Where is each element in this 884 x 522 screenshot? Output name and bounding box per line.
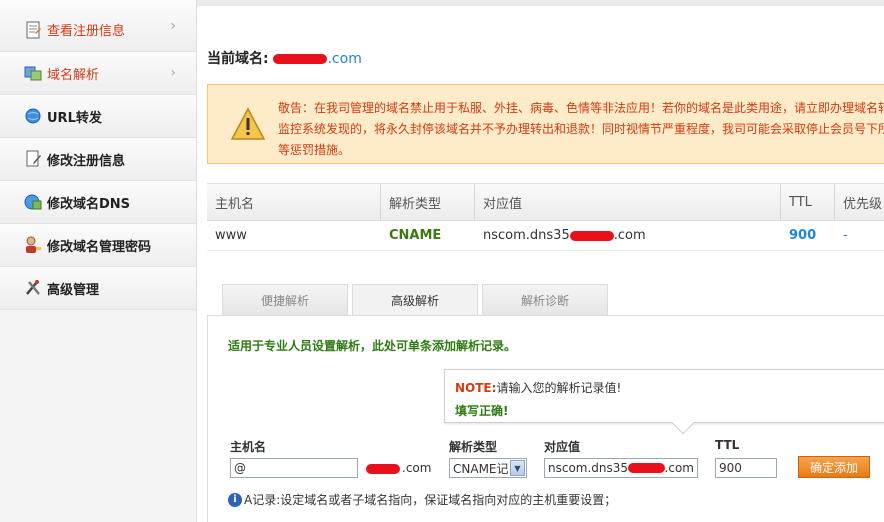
- value-prefix: nscom.dns35: [483, 228, 570, 243]
- tooltip-arrow: [671, 411, 695, 435]
- col-priority: 优先级: [835, 184, 884, 220]
- note-label: NOTE:: [455, 381, 497, 395]
- dns-edit-icon: [24, 193, 42, 211]
- tools-icon: [24, 279, 42, 297]
- cell-value: nscom.dns35 .com: [475, 221, 781, 250]
- resolve-tabs: 便捷解析 高级解析 解析诊断: [222, 284, 612, 316]
- tab-quick-resolve[interactable]: 便捷解析: [222, 284, 348, 316]
- note-text: A记录:设定域名或者子域名指向，保证域名指向对应的主机重要设置；: [244, 493, 617, 507]
- value-prefix: nscom.dns35: [548, 461, 629, 475]
- add-record-button[interactable]: 确定添加: [798, 456, 870, 478]
- tab-advanced-resolve[interactable]: 高级解析: [352, 284, 478, 316]
- col-value: 对应值: [475, 184, 781, 220]
- warning-line-3: 等惩罚措施。: [278, 143, 351, 157]
- warning-text: 敬告：在我司管理的域名禁止用于私服、外挂、病毒、色情等非法应用！若你的域名是此类…: [278, 98, 884, 161]
- cell-type: CNAME: [389, 228, 442, 243]
- chevron-right-icon: ›: [170, 65, 176, 81]
- domain-suffix: .com: [327, 51, 362, 67]
- chevron-down-icon[interactable]: ▼: [510, 460, 525, 476]
- dns-icon: [24, 64, 42, 82]
- warning-icon: [230, 107, 266, 141]
- col-ttl: TTL: [781, 184, 835, 220]
- sidebar-item-label: 高级管理: [47, 282, 100, 298]
- domain-label: 当前域名:: [207, 51, 269, 67]
- sidebar-item-label: 修改域名DNS: [47, 196, 131, 212]
- type-label: 解析类型: [449, 440, 498, 454]
- host-suffix: .com: [402, 461, 432, 475]
- sidebar-item-label: URL转发: [47, 110, 102, 126]
- redacted-mark: [366, 464, 400, 474]
- sidebar-item-edit-registration[interactable]: 修改注册信息: [0, 138, 196, 181]
- user-key-icon: [24, 236, 42, 254]
- current-domain: 当前域名: .com: [207, 48, 362, 68]
- sidebar-item-edit-dns[interactable]: 修改域名DNS: [0, 181, 196, 224]
- sidebar-item-url-forward[interactable]: URL转发: [0, 95, 196, 138]
- sidebar-item-view-registration[interactable]: 查看注册信息 ›: [0, 0, 196, 52]
- ttl-input[interactable]: 900: [715, 458, 777, 478]
- advanced-panel: 适用于专业人员设置解析，此处可单条添加解析记录。 NOTE:请输入您的解析记录值…: [207, 315, 884, 522]
- sidebar-item-label: 域名解析: [47, 67, 100, 83]
- type-select[interactable]: CNAME记 ▼: [449, 458, 527, 478]
- edit-icon: [24, 150, 42, 168]
- host-input[interactable]: @: [230, 458, 358, 478]
- value-input[interactable]: nscom.dns35 .com: [544, 458, 698, 478]
- sidebar-item-label: 修改注册信息: [47, 153, 126, 169]
- value-label: 对应值: [544, 440, 581, 454]
- sidebar-item-dns-resolution[interactable]: 域名解析 ›: [0, 52, 196, 95]
- sidebar-item-edit-password[interactable]: 修改域名管理密码: [0, 224, 196, 267]
- warning-line-2: 监控系统发现的，将永久封停该域名并不予办理转出和退款！同时视情节严重程度，我司可…: [278, 122, 884, 136]
- redacted-mark: [628, 463, 665, 473]
- top-strip: [197, 0, 884, 6]
- panel-intro: 适用于专业人员设置解析，此处可单条添加解析记录。: [228, 339, 517, 353]
- ttl-label: TTL: [715, 438, 740, 452]
- records-table: 主机名 解析类型 对应值 TTL 优先级 www CNAME nscom.dns…: [207, 183, 884, 251]
- cell-ttl: 900: [789, 228, 817, 243]
- document-icon: [24, 21, 42, 39]
- chevron-right-icon: ›: [170, 17, 176, 34]
- validation-tooltip: NOTE:请输入您的解析记录值! 填写正确!: [444, 369, 884, 435]
- cell-priority: -: [843, 228, 848, 243]
- tab-resolve-diagnosis[interactable]: 解析诊断: [482, 284, 608, 316]
- record-note: i A记录:设定域名或者子域名指向，保证域名指向对应的主机重要设置；: [228, 491, 616, 508]
- col-type: 解析类型: [381, 184, 475, 220]
- table-header: 主机名 解析类型 对应值 TTL 优先级: [207, 183, 884, 221]
- cell-host: www: [215, 228, 247, 243]
- warning-banner: 敬告：在我司管理的域名禁止用于私服、外挂、病毒、色情等非法应用！若你的域名是此类…: [207, 84, 884, 164]
- sidebar: 查看注册信息 › 域名解析 › URL转发 修改注册信息 修改域名DNS 修改域…: [0, 0, 197, 522]
- info-icon: i: [228, 492, 242, 507]
- col-host: 主机名: [207, 184, 381, 220]
- sidebar-item-advanced[interactable]: 高级管理: [0, 267, 196, 310]
- value-suffix: .com: [613, 228, 646, 243]
- main-content: 当前域名: .com 敬告：在我司管理的域名禁止用于私服、外挂、病毒、色情等非法…: [197, 0, 884, 522]
- redacted-mark: [569, 230, 614, 241]
- type-value: CNAME记: [453, 461, 509, 476]
- table-row[interactable]: www CNAME nscom.dns35 .com 900 -: [207, 221, 884, 251]
- redacted-mark: [273, 54, 328, 64]
- note-text: 请输入您的解析记录值!: [496, 381, 622, 395]
- value-suffix: .com: [664, 461, 694, 475]
- sidebar-item-label: 查看注册信息: [47, 24, 126, 39]
- globe-icon: [24, 107, 42, 125]
- sidebar-item-label: 修改域名管理密码: [47, 239, 152, 255]
- tip-confirm: 填写正确!: [455, 404, 509, 418]
- tip-note: NOTE:请输入您的解析记录值!: [455, 379, 621, 396]
- host-label: 主机名: [230, 440, 267, 454]
- warning-line-1: 敬告：在我司管理的域名禁止用于私服、外挂、病毒、色情等非法应用！若你的域名是此类…: [278, 101, 884, 115]
